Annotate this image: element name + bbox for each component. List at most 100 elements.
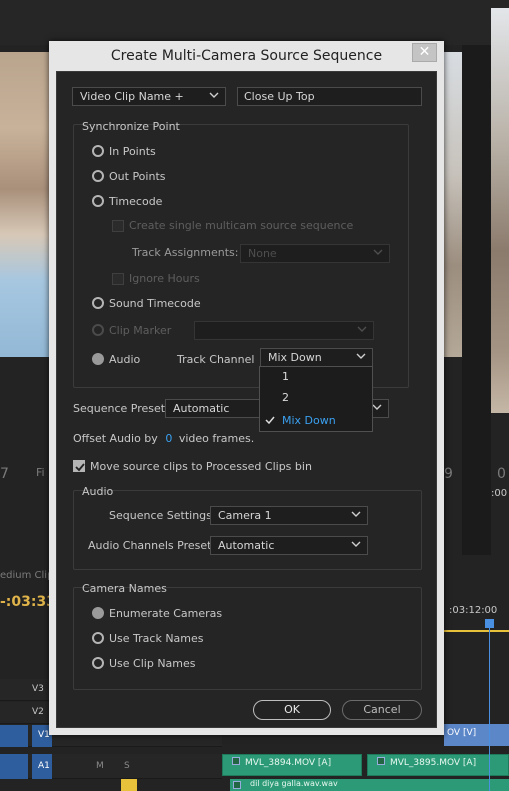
- clip-name: dil diya galla.wav.wav: [250, 779, 338, 788]
- program-timecode: :00: [491, 488, 508, 499]
- offset-audio-value[interactable]: 0: [165, 432, 172, 445]
- name-suffix-field[interactable]: Close Up Top: [237, 87, 422, 106]
- fx-icon: [233, 781, 241, 789]
- audio-channels-preset-label: Audio Channels Preset:: [88, 539, 216, 552]
- offset-audio-prefix: Offset Audio by: [73, 432, 158, 445]
- track-channel-select[interactable]: Mix Down: [260, 348, 373, 367]
- timecode-fragment: 7: [0, 466, 9, 482]
- chevron-down-icon: [357, 324, 367, 334]
- radio-use-track-names[interactable]: [92, 632, 104, 644]
- track-target-v1[interactable]: [0, 725, 28, 747]
- clip-marker-label: Clip Marker: [109, 324, 172, 337]
- radio-sound-timecode[interactable]: [92, 297, 104, 309]
- chevron-down-icon: [373, 247, 383, 257]
- offset-audio-suffix: video frames.: [178, 432, 255, 445]
- enumerate-cameras-label: Enumerate Cameras: [109, 607, 223, 620]
- top-panel: [0, 0, 509, 45]
- radio-clip-marker[interactable]: [92, 324, 104, 336]
- sequence-preset-value: Automatic: [173, 402, 230, 415]
- menu-item-2[interactable]: 2: [260, 388, 372, 408]
- sound-timecode-label: Sound Timecode: [109, 297, 201, 310]
- track-label: V3: [32, 684, 44, 694]
- clip-marker-select[interactable]: [194, 321, 374, 340]
- track-assignments-value: None: [248, 247, 277, 260]
- radio-out-points[interactable]: [92, 170, 104, 182]
- sync-point-label: Synchronize Point: [82, 120, 180, 133]
- fit-dropdown[interactable]: Fi: [36, 466, 45, 479]
- chevron-down-icon: [351, 509, 361, 519]
- clip-name: MVL_3894.MOV [A]: [245, 758, 332, 768]
- close-button[interactable]: ✕: [412, 43, 437, 62]
- chevron-down-icon: [356, 351, 366, 361]
- source-monitor-preview: [0, 52, 52, 357]
- ruler-time-label: :03:12:00: [449, 605, 498, 616]
- track-label: A1: [38, 761, 50, 771]
- timeline-ruler[interactable]: [444, 620, 509, 632]
- camera-names-label: Camera Names: [82, 582, 167, 595]
- timecode-fragment: 9: [444, 466, 453, 482]
- track-assignments-label: Track Assignments:: [132, 246, 239, 259]
- timeline-timecode: -:03:33: [0, 594, 56, 610]
- solo-button[interactable]: S: [124, 761, 130, 771]
- radio-enumerate-cameras[interactable]: [92, 607, 104, 619]
- menu-item-mix-down[interactable]: Mix Down: [260, 411, 372, 431]
- audio-clip-2[interactable]: MVL_3895.MOV [A]: [367, 754, 509, 776]
- radio-audio[interactable]: [92, 353, 104, 365]
- sequence-settings-label: Sequence Settings:: [109, 509, 216, 522]
- chevron-down-icon: [351, 539, 361, 549]
- radio-in-points[interactable]: [92, 145, 104, 157]
- multicam-dialog: Create Multi-Camera Source Sequence ✕ Vi…: [49, 41, 444, 735]
- out-points-label: Out Points: [109, 170, 166, 183]
- track-channel-value: Mix Down: [268, 351, 322, 364]
- track-channel-label: Track Channel: [177, 353, 255, 366]
- bin-label: edium Clip: [0, 570, 54, 581]
- audio-channels-preset-value: Automatic: [218, 539, 275, 552]
- radio-timecode[interactable]: [92, 195, 104, 207]
- cancel-button[interactable]: Cancel: [342, 700, 422, 720]
- sequence-settings-select[interactable]: Camera 1: [210, 506, 368, 525]
- audio-channels-preset-select[interactable]: Automatic: [210, 536, 368, 555]
- sequence-preset-label: Sequence Preset:: [73, 402, 169, 415]
- move-clips-checkbox[interactable]: [73, 460, 85, 472]
- menu-item-label: Mix Down: [282, 414, 336, 427]
- playhead-line[interactable]: [489, 620, 490, 791]
- ignore-hours-label: Ignore Hours: [129, 272, 200, 285]
- timecode-label: Timecode: [109, 195, 163, 208]
- close-icon: ✕: [418, 44, 431, 60]
- dialog-body: Video Clip Name + Close Up Top Synchroni…: [56, 71, 437, 728]
- ok-button[interactable]: OK: [253, 700, 331, 720]
- ignore-hours-checkbox[interactable]: [112, 273, 124, 285]
- video-clip[interactable]: OV [V]: [444, 724, 509, 746]
- mute-button[interactable]: M: [96, 761, 104, 771]
- panel-divider: [462, 45, 491, 555]
- program-monitor-preview: [491, 8, 509, 413]
- fx-icon: [377, 757, 385, 765]
- menu-item-label: 1: [282, 370, 289, 383]
- create-single-label: Create single multicam source sequence: [129, 219, 354, 232]
- audio-clip-1[interactable]: MVL_3894.MOV [A]: [222, 754, 362, 776]
- chevron-down-icon: [372, 402, 382, 412]
- track-header-a1[interactable]: A1 M S: [0, 754, 222, 779]
- radio-use-clip-names[interactable]: [92, 657, 104, 669]
- track-assignments-select[interactable]: None: [240, 244, 390, 263]
- offset-audio-label: Offset Audio by 0 video frames.: [73, 432, 254, 445]
- move-clips-label: Move source clips to Processed Clips bin: [90, 460, 312, 473]
- menu-item-label: 2: [282, 391, 289, 404]
- sequence-settings-value: Camera 1: [218, 509, 272, 522]
- track-label: V2: [32, 707, 44, 717]
- create-single-checkbox[interactable]: [112, 220, 124, 232]
- clip-name: MVL_3895.MOV [A]: [390, 758, 477, 768]
- track-target-a1[interactable]: [0, 754, 28, 779]
- audio-clip-3[interactable]: dil diya galla.wav.wav: [230, 779, 509, 791]
- track-output-icon[interactable]: [121, 779, 137, 791]
- track-channel-menu: 1 2 Mix Down: [259, 366, 373, 432]
- name-suffix-value: Close Up Top: [244, 90, 315, 103]
- audio-group-label: Audio: [82, 485, 114, 498]
- audio-settings-group: [73, 490, 422, 570]
- menu-item-1[interactable]: 1: [260, 367, 372, 387]
- fx-icon: [232, 757, 240, 765]
- name-source-select[interactable]: Video Clip Name +: [72, 87, 226, 106]
- program-preview-strip: [444, 52, 462, 357]
- checkmark-icon: [265, 416, 275, 425]
- use-track-names-label: Use Track Names: [109, 632, 204, 645]
